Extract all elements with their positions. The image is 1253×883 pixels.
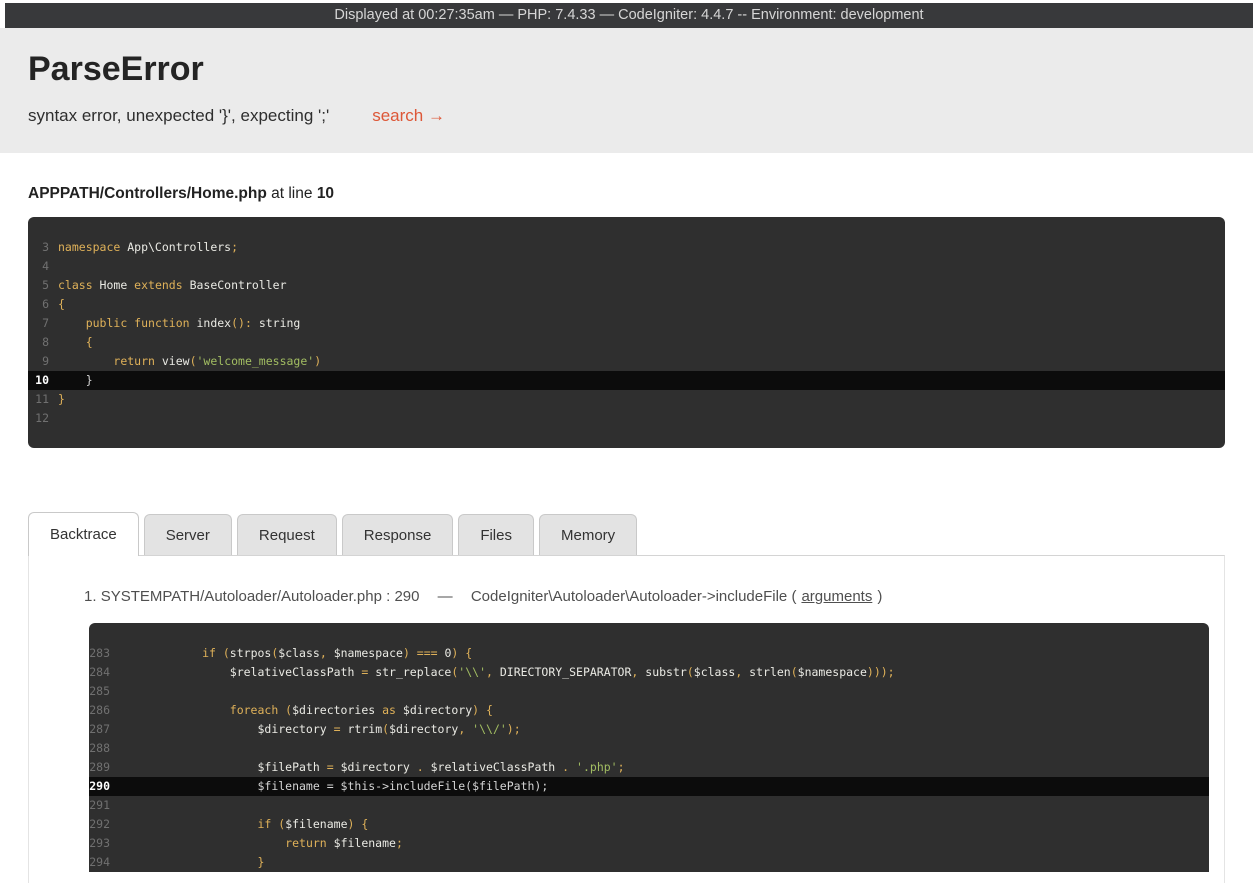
code-text: $relativeClassPath = str_replace('\\', D… — [119, 665, 895, 679]
backtrace-index: 1. — [84, 588, 97, 605]
environment-bar: Displayed at 00:27:35am — PHP: 7.4.33 — … — [5, 3, 1253, 28]
code-line-3: 3namespace App\Controllers; — [28, 238, 1225, 257]
code-line-4: 4 — [28, 257, 1225, 276]
source-line-number: 10 — [317, 185, 334, 202]
error-header: ParseError syntax error, unexpected '}',… — [0, 28, 1253, 153]
line-number: 289 — [89, 758, 119, 777]
code-line-285: 285 — [89, 682, 1209, 701]
code-text: { — [58, 335, 93, 349]
line-number: 3 — [28, 238, 58, 257]
code-text: foreach ($directories as $directory) { — [119, 703, 493, 717]
line-number: 8 — [28, 333, 58, 352]
backtrace-function: CodeIgniter\Autoloader\Autoloader->inclu… — [471, 588, 797, 605]
code-text: if (strpos($class, $namespace) === 0) { — [119, 646, 472, 660]
tab-backtrace[interactable]: Backtrace — [28, 512, 139, 556]
line-number: 287 — [89, 720, 119, 739]
line-number: 4 — [28, 257, 58, 276]
line-number: 6 — [28, 295, 58, 314]
line-number: 292 — [89, 815, 119, 834]
code-line-11: 11} — [28, 390, 1225, 409]
code-line-9: 9 return view('welcome_message') — [28, 352, 1225, 371]
code-text: return view('welcome_message') — [58, 354, 321, 368]
code-text: return $filename; — [119, 836, 403, 850]
code-text: $filePath = $directory . $relativeClassP… — [119, 760, 625, 774]
tab-server[interactable]: Server — [144, 514, 232, 555]
code-line-12: 12 — [28, 409, 1225, 428]
error-message: syntax error, unexpected '}', expecting … — [28, 106, 329, 126]
code-line-284: 284 $relativeClassPath = str_replace('\\… — [89, 663, 1209, 682]
code-text: public function index(): string — [58, 316, 300, 330]
line-number: 10 — [28, 371, 58, 390]
backtrace-file: SYSTEMPATH/Autoloader/Autoloader.php : 2… — [101, 588, 420, 605]
at-line-label: at line — [267, 185, 317, 202]
code-text: } — [58, 392, 65, 406]
code-line-5: 5class Home extends BaseController — [28, 276, 1225, 295]
arguments-link[interactable]: arguments — [801, 588, 872, 605]
line-number: 7 — [28, 314, 58, 333]
line-number: 11 — [28, 390, 58, 409]
backtrace-dash: — — [438, 588, 453, 605]
code-line-6: 6{ — [28, 295, 1225, 314]
code-text: if ($filename) { — [119, 817, 368, 831]
source-location: APPPATH/Controllers/Home.php at line 10 — [28, 185, 1225, 203]
code-text: } — [58, 373, 93, 387]
backtrace-close-paren: ) — [877, 588, 882, 605]
search-link[interactable]: search → — [372, 106, 445, 126]
line-number: 12 — [28, 409, 58, 428]
error-message-row: syntax error, unexpected '}', expecting … — [28, 106, 1225, 126]
code-line-7: 7 public function index(): string — [28, 314, 1225, 333]
line-number: 284 — [89, 663, 119, 682]
code-text: namespace App\Controllers; — [58, 240, 238, 254]
tab-files[interactable]: Files — [458, 514, 534, 555]
line-number: 293 — [89, 834, 119, 853]
line-number: 291 — [89, 796, 119, 815]
line-number: 285 — [89, 682, 119, 701]
code-line-291: 291 — [89, 796, 1209, 815]
backtrace-panel: 1. SYSTEMPATH/Autoloader/Autoloader.php … — [28, 555, 1225, 883]
code-line-287: 287 $directory = rtrim($directory, '\\/'… — [89, 720, 1209, 739]
source-file: APPPATH/Controllers/Home.php — [28, 185, 267, 202]
line-number: 286 — [89, 701, 119, 720]
code-text: { — [58, 297, 65, 311]
code-line-290: 290 $filename = $this->includeFile($file… — [89, 777, 1209, 796]
line-number: 288 — [89, 739, 119, 758]
code-line-292: 292 if ($filename) { — [89, 815, 1209, 834]
code-line-8: 8 { — [28, 333, 1225, 352]
environment-bar-text: Displayed at 00:27:35am — PHP: 7.4.33 — … — [334, 7, 923, 23]
error-details: APPPATH/Controllers/Home.php at line 10 … — [0, 185, 1253, 883]
error-title: ParseError — [28, 50, 1225, 89]
code-text: } — [119, 855, 264, 869]
code-text: $directory = rtrim($directory, '\\/'); — [119, 722, 521, 736]
line-number: 9 — [28, 352, 58, 371]
line-number: 294 — [89, 853, 119, 872]
backtrace-item: 1. SYSTEMPATH/Autoloader/Autoloader.php … — [84, 588, 1209, 605]
tab-response[interactable]: Response — [342, 514, 454, 555]
code-text: $filename = $this->includeFile($filePath… — [119, 779, 548, 793]
code-line-10: 10 } — [28, 371, 1225, 390]
code-line-288: 288 — [89, 739, 1209, 758]
code-line-289: 289 $filePath = $directory . $relativeCl… — [89, 758, 1209, 777]
trace-code-block: 283 if (strpos($class, $namespace) === 0… — [89, 623, 1209, 872]
code-text: class Home extends BaseController — [58, 278, 287, 292]
line-number: 5 — [28, 276, 58, 295]
code-line-294: 294 } — [89, 853, 1209, 872]
tabs: BacktraceServerRequestResponseFilesMemor… — [28, 512, 1225, 555]
line-number: 290 — [89, 777, 119, 796]
code-line-286: 286 foreach ($directories as $directory)… — [89, 701, 1209, 720]
line-number: 283 — [89, 644, 119, 663]
code-line-293: 293 return $filename; — [89, 834, 1209, 853]
tab-request[interactable]: Request — [237, 514, 337, 555]
code-line-283: 283 if (strpos($class, $namespace) === 0… — [89, 644, 1209, 663]
source-code-block: 3namespace App\Controllers;45class Home … — [28, 217, 1225, 448]
tab-memory[interactable]: Memory — [539, 514, 637, 555]
